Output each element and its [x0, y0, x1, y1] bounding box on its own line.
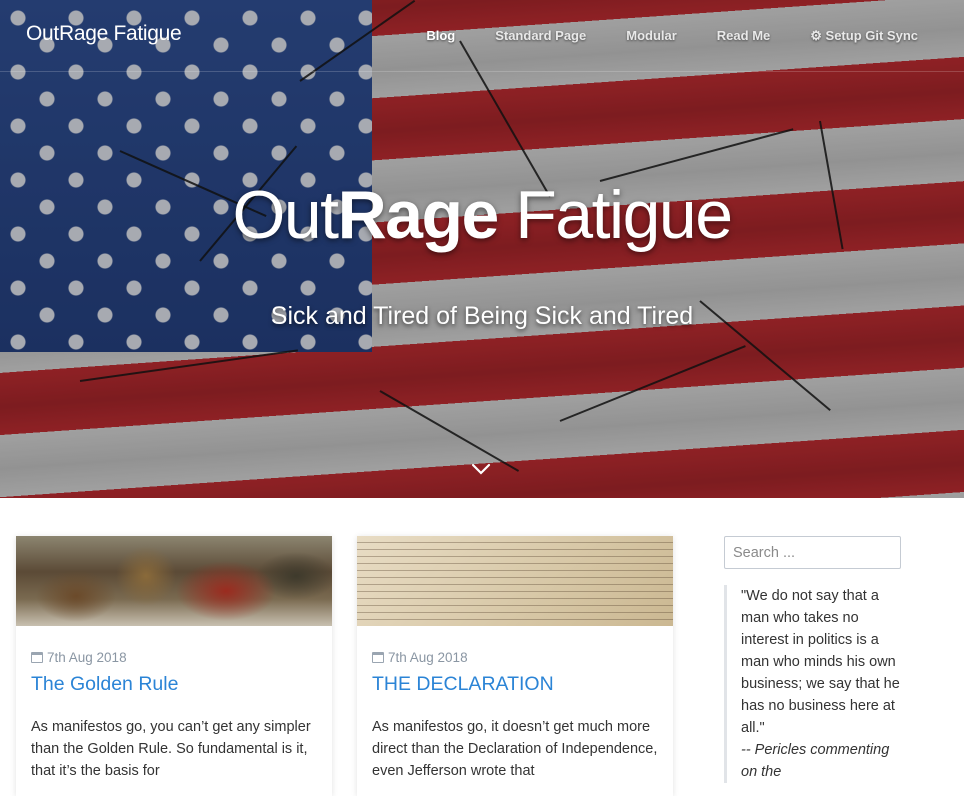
post-image[interactable]: [16, 536, 332, 626]
post-meta: 7th Aug 2018: [31, 650, 317, 665]
hero-title-rage: Rage: [337, 177, 500, 253]
nav-item-standard-page[interactable]: Standard Page: [495, 28, 586, 44]
nav-item-blog[interactable]: Blog: [426, 28, 455, 44]
hero-title-fatigue: Fatigue: [497, 177, 733, 253]
post-title-link[interactable]: THE DECLARATION: [372, 673, 658, 696]
quote-attribution: -- Pericles commenting on the: [741, 742, 890, 780]
post-image[interactable]: [357, 536, 673, 626]
sidebar-quote: "We do not say that a man who takes no i…: [724, 585, 901, 783]
quote-text: "We do not say that a man who takes no i…: [741, 588, 900, 736]
hero-title: OutRage Fatigue: [0, 176, 964, 254]
nav-item-modular[interactable]: Modular: [626, 28, 677, 44]
post-excerpt: As manifestos go, it doesn’t get much mo…: [372, 719, 658, 779]
post-date: 7th Aug 2018: [388, 650, 468, 665]
calendar-icon: [372, 652, 384, 663]
post-date: 7th Aug 2018: [47, 650, 127, 665]
chevron-down-icon[interactable]: [471, 462, 491, 476]
main-content: 7th Aug 2018 The Golden Rule As manifest…: [0, 498, 964, 796]
sidebar: "We do not say that a man who takes no i…: [724, 536, 901, 783]
search-input[interactable]: [724, 536, 901, 569]
brand-logo-link[interactable]: OutRage Fatigue: [26, 22, 182, 46]
nav-item-setup-git-sync[interactable]: ⚙ Setup Git Sync: [810, 28, 918, 44]
top-navbar: OutRage Fatigue Blog Standard Page Modul…: [0, 0, 964, 72]
hero-subtitle: Sick and Tired of Being Sick and Tired: [270, 302, 694, 330]
nav-item-read-me[interactable]: Read Me: [717, 28, 770, 44]
post-title-link[interactable]: The Golden Rule: [31, 673, 317, 696]
post-excerpt: As manifestos go, you can’t get any simp…: [31, 719, 311, 779]
hero-banner: OutRage Fatigue Blog Standard Page Modul…: [0, 0, 964, 498]
post-card[interactable]: 7th Aug 2018 THE DECLARATION As manifest…: [357, 536, 673, 796]
calendar-icon: [31, 652, 43, 663]
hero-title-out: Out: [232, 177, 339, 253]
main-nav: Blog Standard Page Modular Read Me ⚙ Set…: [386, 28, 918, 44]
post-body: 7th Aug 2018 The Golden Rule As manifest…: [16, 626, 332, 782]
post-meta: 7th Aug 2018: [372, 650, 658, 665]
post-card[interactable]: 7th Aug 2018 The Golden Rule As manifest…: [16, 536, 332, 796]
post-body: 7th Aug 2018 THE DECLARATION As manifest…: [357, 626, 673, 782]
